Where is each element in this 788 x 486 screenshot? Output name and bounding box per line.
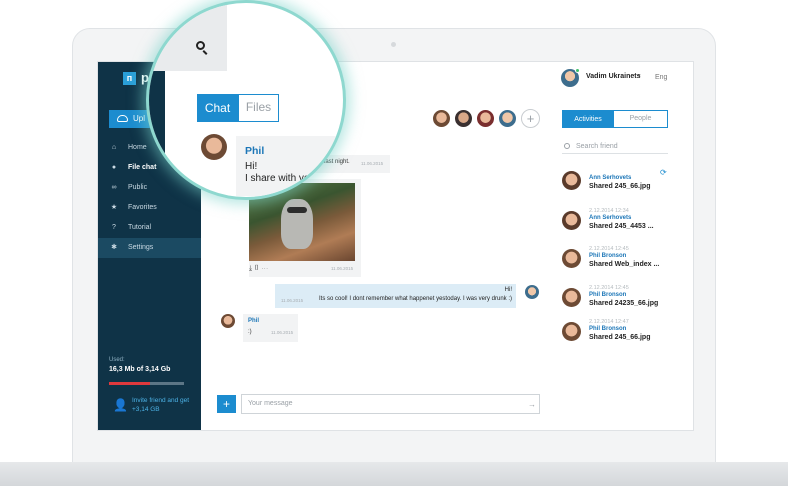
laptop-camera <box>391 42 396 47</box>
chat-icon: ● <box>111 164 117 171</box>
tab-files[interactable]: Files <box>238 94 279 122</box>
add-user-icon[interactable]: 👤 <box>113 398 128 412</box>
search-icon-handle <box>202 50 208 55</box>
avatar <box>221 314 235 328</box>
attach-button[interactable]: + <box>217 395 236 413</box>
link-icon: ∞ <box>111 184 117 191</box>
activity-user: Phil Bronson <box>589 326 627 332</box>
image-tools[interactable]: ⤓ ▯ ⋯ <box>249 265 268 273</box>
participant-avatar[interactable] <box>454 109 473 128</box>
message-author: Phil <box>248 318 260 324</box>
search-friend-input[interactable]: Search friend <box>562 139 668 154</box>
message-text: :) <box>248 329 252 335</box>
chevron-down-icon[interactable]: ▾ <box>638 73 641 79</box>
raccoon-mask-shape <box>287 207 307 213</box>
participants-row: + <box>432 109 542 129</box>
storage-progress-bar <box>109 382 184 385</box>
sidebar-item-label: Home <box>128 144 147 151</box>
message-text: I share with you <box>245 173 316 184</box>
activity-item[interactable]: 2.12.2014 12:47 Phil Bronson Shared 245_… <box>562 319 682 349</box>
activity-file: Shared 24235_66.jpg <box>589 300 659 307</box>
activity-date: 2.12.2014 12:45 <box>589 246 629 252</box>
activity-date: 2.12.2014 12:34 <box>589 208 629 214</box>
storage-used-value: 16,3 Mb of 3,14 Gb <box>109 366 171 373</box>
sidebar-item-tutorial[interactable]: ? Tutorial <box>98 218 201 238</box>
avatar <box>562 322 581 341</box>
participant-avatar[interactable] <box>476 109 495 128</box>
avatar <box>562 211 581 230</box>
sidebar-item-label: Tutorial <box>128 224 152 231</box>
search-area <box>149 3 227 71</box>
sidebar-item-label: Settings <box>128 244 154 251</box>
send-icon[interactable]: → <box>528 400 536 409</box>
avatar <box>562 171 581 190</box>
laptop-base <box>0 462 788 486</box>
message-time: 11.06.2015 <box>271 330 294 335</box>
message-author: Phil <box>245 145 265 157</box>
message-greeting: Hi! <box>504 287 512 293</box>
message-text: Its so cool! I dont remember what happen… <box>319 296 512 302</box>
online-status-dot <box>575 68 580 73</box>
activity-item[interactable]: Ann Serhovets Shared 245_66.jpg <box>562 168 682 198</box>
star-icon: ★ <box>110 204 118 211</box>
message-input[interactable]: Your message <box>241 394 540 414</box>
activity-item[interactable]: 2.12.2014 12:45 Phil Bronson Shared Web_… <box>562 246 682 276</box>
message-time: 11.06.2015 <box>281 298 304 303</box>
activity-user: Ann Serhovets <box>589 175 632 181</box>
avatar <box>525 285 539 299</box>
activity-user: Ann Serhovets <box>589 215 632 221</box>
storage-progress-fill <box>109 382 151 385</box>
user-name[interactable]: Vadim Ukrainets <box>586 73 640 80</box>
storage-used-label: Used: <box>109 357 125 363</box>
sidebar-item-label: Public <box>128 184 148 191</box>
avatar <box>562 288 581 307</box>
search-placeholder: Search friend <box>576 143 618 150</box>
activity-user: Phil Bronson <box>589 253 627 259</box>
participant-avatar[interactable] <box>432 109 451 128</box>
promo-stage: п pi Upl ⌂ Home ● File chat ∞ Public ★ F… <box>0 0 788 486</box>
message-time: 11.06.2015 <box>331 266 354 271</box>
cloud-upload-icon <box>117 115 128 122</box>
sidebar-item-label: Favorites <box>128 204 157 211</box>
sidebar-item-settings[interactable]: ✱ Settings <box>98 238 201 258</box>
activity-item[interactable]: 2.12.2014 12:45 Phil Bronson Shared 2423… <box>562 285 682 315</box>
sidebar-edge <box>149 71 165 197</box>
message-time: 11.06.2015 <box>361 161 384 166</box>
upload-label: Upl <box>133 114 146 123</box>
add-participant-button[interactable]: + <box>521 109 540 128</box>
invite-friend-link[interactable]: Invite friend and get +3,14 GB <box>132 396 194 414</box>
question-icon: ? <box>112 224 116 231</box>
message-bubble: Phil :) 11.06.2015 <box>243 314 298 342</box>
activity-date: 2.12.2014 12:45 <box>589 285 629 291</box>
gear-icon: ✱ <box>111 244 117 251</box>
logo-icon: п <box>123 72 136 85</box>
tab-people[interactable]: People <box>613 110 668 128</box>
activity-date: 2.12.2014 12:47 <box>589 319 629 325</box>
message-bubble: Phil Hi! I share with you <box>236 136 343 196</box>
search-icon[interactable] <box>196 41 205 50</box>
tab-activities[interactable]: Activities <box>562 110 614 128</box>
tab-chat[interactable]: Chat <box>197 94 238 122</box>
activity-file: Shared 245_66.jpg <box>589 334 651 341</box>
search-icon <box>564 143 570 149</box>
activity-user: Phil Bronson <box>589 292 627 298</box>
sidebar-item-favorites[interactable]: ★ Favorites <box>98 198 201 218</box>
participant-avatar[interactable] <box>498 109 517 128</box>
activity-item[interactable]: 2.12.2014 12:34 Ann Serhovets Shared 245… <box>562 208 682 238</box>
avatar <box>201 134 227 160</box>
activity-file: Shared Web_index ... <box>589 261 660 268</box>
avatar <box>562 249 581 268</box>
message-text: Hi! <box>245 161 258 172</box>
activity-file: Shared 245_66.jpg <box>589 183 651 190</box>
activity-file: Shared 245_4453 ... <box>589 223 654 230</box>
language-selector[interactable]: Eng <box>655 74 667 81</box>
magnifier-lens: Chat Files Phil Hi! I share with you <box>146 0 346 200</box>
home-icon: ⌂ <box>111 144 117 151</box>
own-message-bubble: Hi! Its so cool! I dont remember what ha… <box>275 284 516 308</box>
